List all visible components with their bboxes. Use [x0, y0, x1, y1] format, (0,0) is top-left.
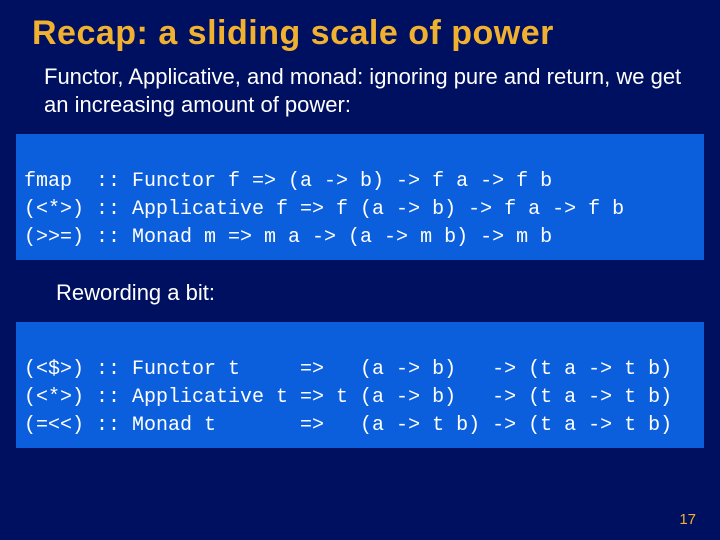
code-line: (<*>) :: Applicative t => t (a -> b) -> …	[24, 386, 672, 409]
intro-text: Functor, Applicative, and monad: ignorin…	[0, 59, 720, 128]
code-line: (<$>) :: Functor t => (a -> b) -> (t a -…	[24, 358, 672, 381]
code-block-1: fmap :: Functor f => (a -> b) -> f a -> …	[16, 134, 704, 260]
slide-title: Recap: a sliding scale of power	[0, 0, 720, 59]
code-line: fmap :: Functor f => (a -> b) -> f a -> …	[24, 170, 552, 193]
code-line: (>>=) :: Monad m => m a -> (a -> m b) ->…	[24, 226, 552, 249]
page-number: 17	[679, 511, 696, 528]
rewording-text: Rewording a bit:	[0, 266, 720, 316]
code-line: (<*>) :: Applicative f => f (a -> b) -> …	[24, 198, 624, 221]
code-block-2: (<$>) :: Functor t => (a -> b) -> (t a -…	[16, 322, 704, 448]
code-line: (=<<) :: Monad t => (a -> t b) -> (t a -…	[24, 414, 672, 437]
